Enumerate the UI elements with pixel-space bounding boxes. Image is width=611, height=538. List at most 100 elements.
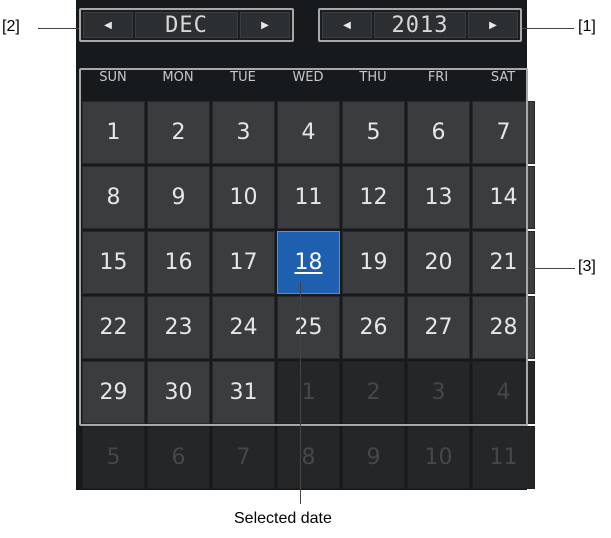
day-number: 8 [301,445,316,470]
day-number: 12 [359,185,388,210]
day-cell[interactable]: 3 [212,101,275,164]
day-cell[interactable]: 16 [147,231,210,294]
day-cell-adjacent-month[interactable]: 4 [472,361,535,424]
day-number: 5 [106,445,121,470]
day-number: 7 [236,445,251,470]
day-cell[interactable]: 27 [407,296,470,359]
day-cell[interactable]: 8 [82,166,145,229]
callout-1-label: [1] [578,18,596,35]
day-number: 10 [424,445,453,470]
day-cell[interactable]: 14 [472,166,535,229]
day-cell[interactable]: 1 [82,101,145,164]
weekday-wed: WED [292,70,324,85]
day-number: 13 [424,185,453,210]
day-cell[interactable]: 25 [277,296,340,359]
day-cell[interactable]: 6 [407,101,470,164]
day-cell[interactable]: 7 [472,101,535,164]
weekday-tue: TUE [230,70,256,85]
day-cell[interactable]: 5 [342,101,405,164]
day-cell-adjacent-month[interactable]: 9 [342,426,405,489]
day-cell-adjacent-month[interactable]: 7 [212,426,275,489]
day-cell-adjacent-month[interactable]: 3 [407,361,470,424]
day-cell[interactable]: 9 [147,166,210,229]
triangle-right-icon: ▶ [489,19,497,31]
day-number: 8 [106,185,121,210]
day-number: 9 [366,445,381,470]
day-number: 19 [359,250,388,275]
day-cell[interactable]: 22 [82,296,145,359]
callout-2-leader [38,28,79,29]
day-number: 11 [294,185,323,210]
day-cell[interactable]: 31 [212,361,275,424]
day-number: 25 [294,315,323,340]
day-number: 29 [99,380,128,405]
day-number: 24 [229,315,258,340]
day-cell[interactable]: 19 [342,231,405,294]
day-cell[interactable]: 11 [277,166,340,229]
day-cell-adjacent-month[interactable]: 5 [82,426,145,489]
weekday-mon: MON [162,70,194,85]
day-cell-selected[interactable]: 18 [277,231,340,294]
triangle-left-icon: ◀ [104,19,112,31]
triangle-right-icon: ▶ [261,19,269,31]
weekday-sun: SUN [99,70,127,85]
day-number: 14 [489,185,518,210]
day-number: 30 [164,380,193,405]
day-cell-adjacent-month[interactable]: 8 [277,426,340,489]
day-number: 7 [496,120,511,145]
day-cell[interactable]: 26 [342,296,405,359]
callout-3-leader [528,268,575,269]
day-cell[interactable]: 29 [82,361,145,424]
day-number: 5 [366,120,381,145]
day-cell[interactable]: 28 [472,296,535,359]
day-cell[interactable]: 23 [147,296,210,359]
day-number: 22 [99,315,128,340]
day-cell[interactable]: 15 [82,231,145,294]
triangle-left-icon: ◀ [343,19,351,31]
month-next-button[interactable]: ▶ [240,12,290,38]
day-cell[interactable]: 2 [147,101,210,164]
day-cell[interactable]: 24 [212,296,275,359]
day-number: 9 [171,185,186,210]
day-number: 1 [106,120,121,145]
day-cell-adjacent-month[interactable]: 11 [472,426,535,489]
day-number: 15 [99,250,128,275]
day-cell[interactable]: 17 [212,231,275,294]
day-number: 31 [229,380,258,405]
day-cell[interactable]: 13 [407,166,470,229]
day-number: 21 [489,250,518,275]
day-number: 17 [229,250,258,275]
day-cell[interactable]: 30 [147,361,210,424]
day-cell[interactable]: 21 [472,231,535,294]
weekday-fri: FRI [427,70,449,85]
callout-3-label: [3] [578,258,596,275]
year-next-button[interactable]: ▶ [468,12,518,38]
day-cell[interactable]: 20 [407,231,470,294]
day-number: 2 [366,380,381,405]
day-cell-adjacent-month[interactable]: 2 [342,361,405,424]
month-value: DEC [135,12,238,38]
day-cell[interactable]: 12 [342,166,405,229]
day-number: 18 [294,250,323,275]
day-number: 6 [431,120,446,145]
day-cell-adjacent-month[interactable]: 1 [277,361,340,424]
year-navigator: ◀ 2013 ▶ [318,8,522,42]
day-cell-adjacent-month[interactable]: 10 [407,426,470,489]
day-number: 11 [489,445,518,470]
day-number: 4 [301,120,316,145]
year-value: 2013 [374,12,466,38]
day-cell[interactable]: 4 [277,101,340,164]
day-number: 3 [431,380,446,405]
selected-date-leader [300,282,301,504]
day-number: 1 [301,380,316,405]
day-number: 20 [424,250,453,275]
day-cell[interactable]: 10 [212,166,275,229]
day-cell-adjacent-month[interactable]: 6 [147,426,210,489]
callout-1-leader [522,28,574,29]
month-navigator: ◀ DEC ▶ [79,8,294,42]
day-number: 4 [496,380,511,405]
month-prev-button[interactable]: ◀ [83,12,133,38]
day-number: 6 [171,445,186,470]
year-prev-button[interactable]: ◀ [322,12,372,38]
callout-2-label: [2] [2,18,20,35]
